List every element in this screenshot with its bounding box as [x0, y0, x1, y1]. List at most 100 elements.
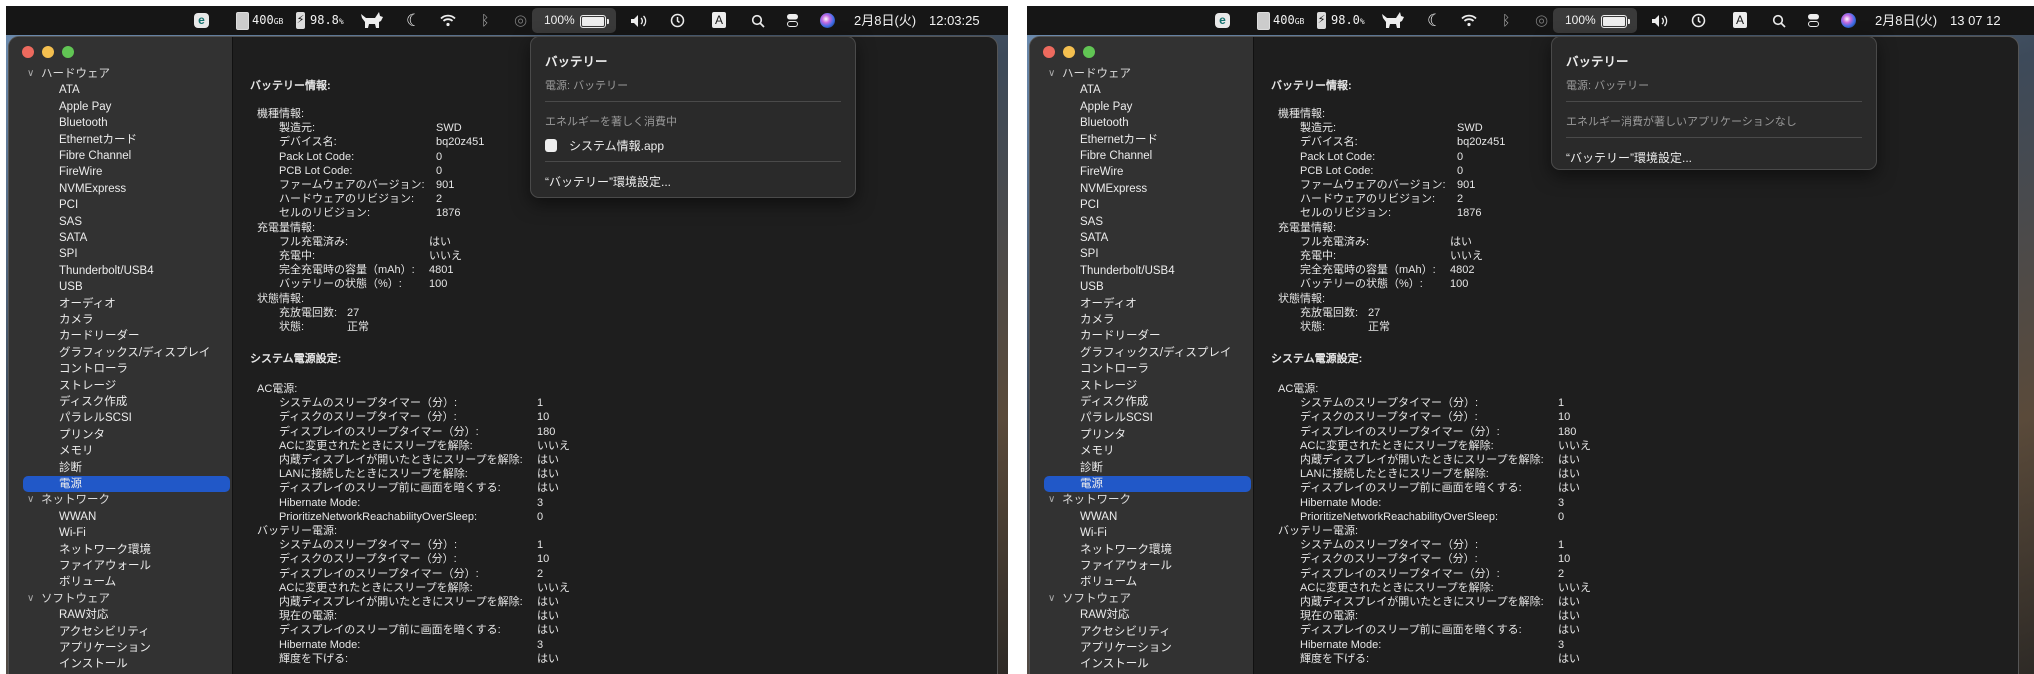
sidebar-item[interactable]: RAW対応	[1030, 607, 1253, 623]
sidebar-item[interactable]: PCI	[9, 197, 232, 213]
sidebar-item[interactable]: コントローラ	[9, 361, 232, 377]
chevron-down-icon[interactable]: ∨	[1048, 591, 1055, 607]
sidebar-item[interactable]: ネットワーク環境	[1030, 542, 1253, 558]
sidebar-item[interactable]: Apple Pay	[1030, 99, 1253, 115]
zoom-button[interactable]	[62, 46, 74, 58]
energy-app-item[interactable]: システム情報.app	[545, 137, 664, 154]
runcat-icon[interactable]	[1380, 10, 1406, 30]
volume-icon[interactable]	[630, 14, 648, 28]
sidebar-item[interactable]: USB	[1030, 279, 1253, 295]
menubar-date[interactable]: 2月8日(火)	[854, 6, 916, 35]
sidebar-item[interactable]: ATA	[1030, 82, 1253, 98]
volume-icon[interactable]	[1651, 14, 1669, 28]
input-source-icon[interactable]: A	[1733, 12, 1747, 28]
chevron-down-icon[interactable]: ∨	[1048, 492, 1055, 508]
sidebar-item[interactable]: RAW対応	[9, 607, 232, 623]
sidebar-item[interactable]: Fibre Channel	[9, 148, 232, 164]
sidebar-item[interactable]: SPI	[9, 246, 232, 262]
sidebar-item[interactable]: メモリ	[9, 443, 232, 459]
sidebar-group-0[interactable]: ∨ ハードウェア	[1030, 66, 1253, 82]
moon-icon[interactable]: ☾	[1427, 6, 1442, 35]
wifi-icon[interactable]	[440, 14, 456, 27]
sidebar-item[interactable]: 診断	[9, 460, 232, 476]
eset-icon[interactable]: e	[194, 13, 209, 28]
sidebar-item[interactable]: NVMExpress	[1030, 181, 1253, 197]
menubar-clock[interactable]: 12:03:25	[929, 6, 980, 35]
sidebar-item[interactable]: Apple Pay	[9, 99, 232, 115]
battery-charging-icon[interactable]: ⚡	[296, 12, 305, 29]
siri-icon[interactable]	[820, 13, 835, 28]
sidebar-item[interactable]: ストレージ	[1030, 378, 1253, 394]
sidebar-item[interactable]: グラフィックス/ディスプレイ	[9, 345, 232, 361]
sidebar-group-1[interactable]: ∨ ネットワーク	[9, 492, 232, 508]
menubar-date[interactable]: 2月8日(火)	[1875, 6, 1937, 35]
sidebar-item[interactable]: ATA	[9, 82, 232, 98]
eset-icon[interactable]: e	[1215, 13, 1230, 28]
sidebar-group-0[interactable]: ∨ ハードウェア	[9, 66, 232, 82]
sidebar-group-2[interactable]: ∨ ソフトウェア	[9, 591, 232, 607]
runcat-icon[interactable]	[359, 10, 385, 30]
sidebar-item[interactable]: 診断	[1030, 460, 1253, 476]
sidebar-item[interactable]: FireWire	[1030, 164, 1253, 180]
cpu-readout[interactable]: 98.0%	[1331, 6, 1365, 35]
sidebar-item[interactable]: Fibre Channel	[1030, 148, 1253, 164]
sidebar-item[interactable]: プリンタ	[9, 427, 232, 443]
input-source-icon[interactable]: A	[712, 12, 726, 28]
sidebar-item[interactable]: ネットワーク環境	[9, 542, 232, 558]
sidebar-item[interactable]: カメラ	[1030, 312, 1253, 328]
sidebar-item[interactable]: グラフィックス/ディスプレイ	[1030, 345, 1253, 361]
battery-icon[interactable]	[580, 15, 609, 28]
disk-free-readout[interactable]: 400GB	[252, 6, 283, 35]
spotlight-search-icon[interactable]	[1772, 14, 1786, 28]
sidebar-item[interactable]: アクセシビリティ	[9, 624, 232, 640]
sidebar-item[interactable]: Thunderbolt/USB4	[1030, 263, 1253, 279]
sidebar-item[interactable]: アクセシビリティ	[1030, 624, 1253, 640]
sidebar-item[interactable]: ファイアウォール	[1030, 558, 1253, 574]
sidebar-item[interactable]: カードリーダー	[1030, 328, 1253, 344]
sidebar-item[interactable]: プリンタ	[1030, 427, 1253, 443]
close-button[interactable]	[1043, 46, 1055, 58]
chevron-down-icon[interactable]: ∨	[27, 591, 34, 607]
battery-icon[interactable]	[1601, 15, 1630, 28]
sidebar-item[interactable]: オーディオ	[1030, 296, 1253, 312]
close-button[interactable]	[22, 46, 34, 58]
sidebar-item[interactable]: NVMExpress	[9, 181, 232, 197]
sidebar-item[interactable]: USB	[9, 279, 232, 295]
sidebar-item[interactable]: PCI	[1030, 197, 1253, 213]
zoom-button[interactable]	[1083, 46, 1095, 58]
sidebar-item[interactable]: ボリューム	[9, 574, 232, 590]
sidebar-item[interactable]: Bluetooth	[1030, 115, 1253, 131]
bluetooth-off-icon[interactable]: ᛒ	[481, 6, 489, 35]
sidebar-item[interactable]: Ethernetカード	[9, 132, 232, 148]
sidebar-item[interactable]: インストール	[1030, 656, 1253, 672]
sidebar-item[interactable]: SATA	[1030, 230, 1253, 246]
sidebar-group-2[interactable]: ∨ ソフトウェア	[1030, 591, 1253, 607]
sidebar-item[interactable]: アプリケーション	[1030, 640, 1253, 656]
chevron-down-icon[interactable]: ∨	[1048, 66, 1055, 82]
battery-percent[interactable]: 100%	[1565, 6, 1596, 35]
sidebar-item[interactable]: Ethernetカード	[1030, 132, 1253, 148]
sidebar-item[interactable]: Bluetooth	[9, 115, 232, 131]
sidebar-item[interactable]: ディスク作成	[9, 394, 232, 410]
siri-icon[interactable]	[1841, 13, 1856, 28]
sidebar-item[interactable]: ファイアウォール	[9, 558, 232, 574]
bluetooth-off-icon[interactable]: ᛒ	[1502, 6, 1510, 35]
battery-preferences-item[interactable]: “バッテリー”環境設定...	[545, 173, 671, 190]
control-center-icon[interactable]	[1807, 13, 1820, 28]
sidebar-item[interactable]: SAS	[1030, 214, 1253, 230]
sidebar-item[interactable]: メモリ	[1030, 443, 1253, 459]
sidebar-item[interactable]: パラレルSCSI	[9, 410, 232, 426]
sidebar-item[interactable]: ボリューム	[1030, 574, 1253, 590]
moon-icon[interactable]: ☾	[406, 6, 421, 35]
chevron-down-icon[interactable]: ∨	[27, 492, 34, 508]
battery-percent[interactable]: 100%	[544, 6, 575, 35]
sidebar-item[interactable]: インストール	[9, 656, 232, 672]
control-center-icon[interactable]	[786, 13, 799, 28]
battery-preferences-item[interactable]: “バッテリー”環境設定...	[1566, 149, 1692, 166]
spotlight-search-icon[interactable]	[751, 14, 765, 28]
sidebar-item[interactable]: WWAN	[9, 509, 232, 525]
sidebar-item[interactable]: ストレージ	[9, 378, 232, 394]
sidebar-item[interactable]: SAS	[9, 214, 232, 230]
disk-icon[interactable]	[1257, 12, 1270, 30]
sidebar-item[interactable]: オーディオ	[9, 296, 232, 312]
